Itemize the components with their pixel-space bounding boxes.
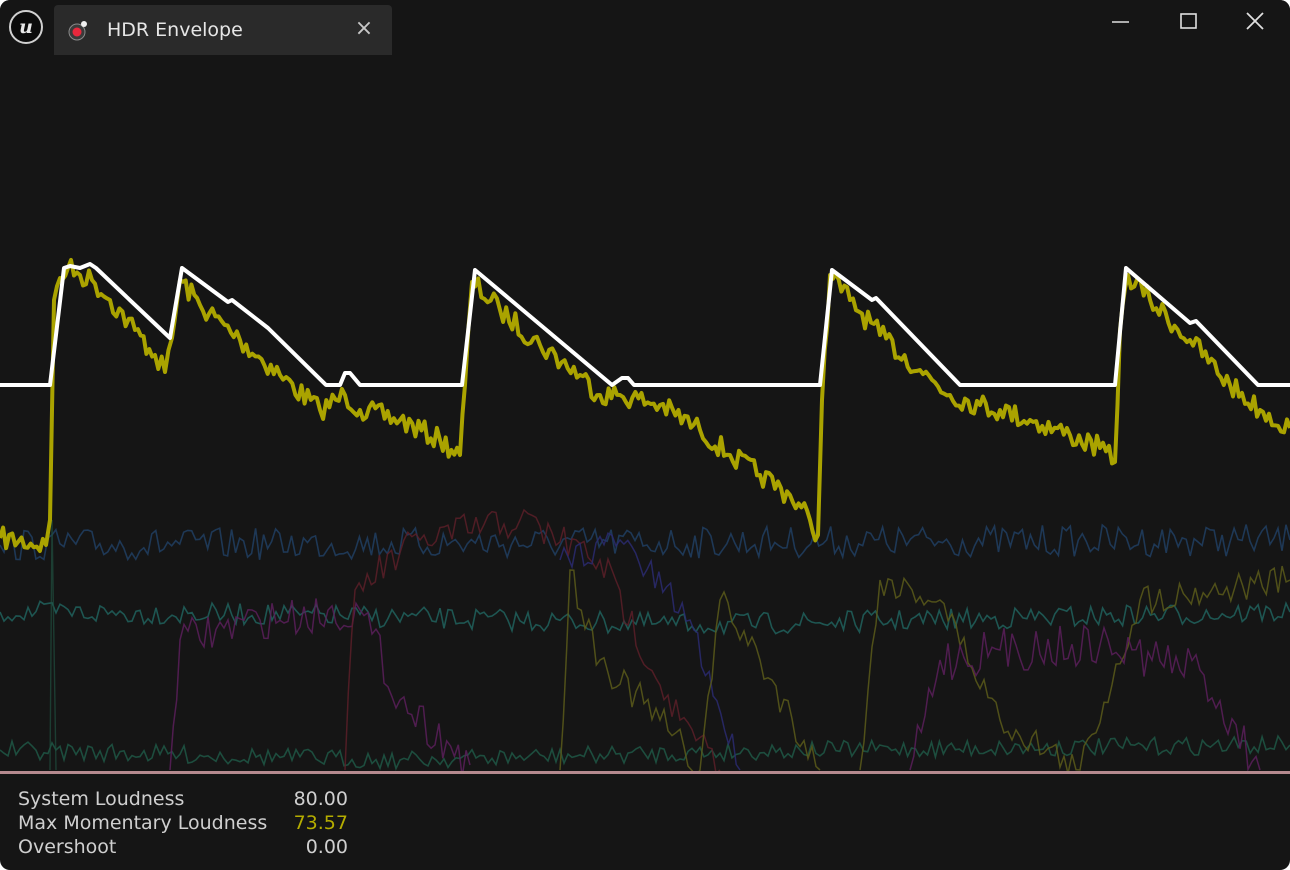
hdr-envelope-plot: [0, 257, 1290, 771]
momentary-loudness-trace: [0, 257, 1290, 553]
tab-close-button[interactable]: ×: [352, 16, 376, 42]
stat-row-overshoot: Overshoot 0.00: [18, 836, 358, 860]
sound-source-trace: [559, 569, 821, 771]
stat-row-max-momentary-loudness: Max Momentary Loudness 73.57: [18, 812, 358, 836]
minimize-button[interactable]: [1100, 6, 1140, 36]
hdr-envelope-trace: [0, 262, 1290, 387]
unreal-engine-logo-icon: u: [9, 10, 43, 44]
tab-hdr-envelope[interactable]: HDR Envelope ×: [54, 5, 392, 55]
sound-source-trace: [0, 600, 1290, 636]
sound-source-trace: [344, 508, 721, 771]
sound-source-trace: [859, 565, 1290, 771]
sound-source-trace: [559, 532, 741, 771]
sound-source-trace: [0, 733, 1290, 771]
maximize-button[interactable]: [1168, 6, 1208, 36]
hdr-envelope-window: u HDR Envelope × System Loudness 80.00 M…: [0, 0, 1290, 870]
sound-source-traces: [0, 508, 1290, 771]
sound-source-trace: [49, 519, 57, 771]
stat-value: 0.00: [305, 836, 348, 858]
sound-source-trace: [169, 598, 471, 771]
close-button[interactable]: [1235, 6, 1275, 36]
sound-source-trace: [909, 624, 1261, 771]
stat-label: Max Momentary Loudness: [18, 812, 268, 834]
stat-row-system-loudness: System Loudness 80.00: [18, 788, 358, 812]
stats-panel: System Loudness 80.00 Max Momentary Loud…: [18, 788, 358, 860]
sound-source-trace: [0, 523, 1290, 562]
title-bar[interactable]: u HDR Envelope ×: [0, 0, 1290, 56]
stat-label: Overshoot: [18, 836, 117, 858]
stat-value: 73.57: [293, 812, 348, 834]
tab-title: HDR Envelope: [107, 19, 243, 41]
stat-value: 80.00: [293, 788, 348, 810]
plot-baseline: [0, 771, 1290, 774]
hdr-record-icon: [68, 21, 87, 41]
stat-label: System Loudness: [18, 788, 185, 810]
